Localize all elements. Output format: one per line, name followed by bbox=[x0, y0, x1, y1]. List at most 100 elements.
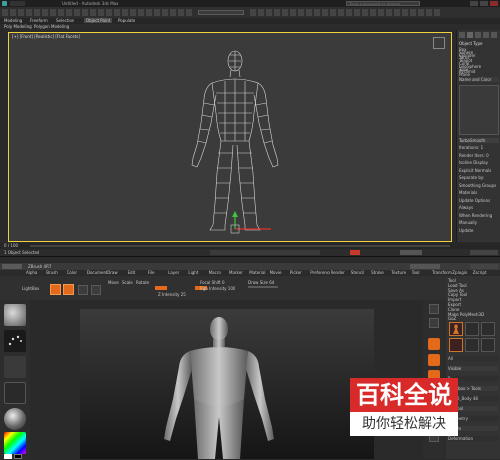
toolbar-button-icon[interactable] bbox=[122, 9, 128, 16]
toolbar-button-icon[interactable] bbox=[266, 9, 272, 16]
tab-selection[interactable]: Selection bbox=[56, 18, 74, 23]
tool-thumb-cylinder[interactable] bbox=[481, 338, 495, 352]
sculpt-figure[interactable] bbox=[80, 309, 374, 459]
toolbar-button-icon[interactable] bbox=[26, 9, 32, 16]
quick-access-toolbar[interactable] bbox=[10, 1, 25, 6]
zb-menu-item-3[interactable]: Document bbox=[87, 270, 107, 275]
zb-menu-item-15[interactable]: Render bbox=[331, 270, 351, 275]
motion-icon[interactable] bbox=[483, 32, 489, 38]
zb-menu-item-6[interactable]: File bbox=[148, 270, 168, 275]
tool-thumb-star[interactable] bbox=[481, 322, 495, 336]
turbosmooth-param-5[interactable]: Smoothing Groups bbox=[459, 183, 499, 188]
focal-shift-slider[interactable]: Focal Shift 0 bbox=[200, 280, 225, 285]
toolbar-button-icon[interactable] bbox=[330, 9, 336, 16]
toolbar-button-icon[interactable] bbox=[282, 9, 288, 16]
scale-mode-button[interactable] bbox=[91, 285, 101, 295]
primary-color-swatch[interactable] bbox=[4, 454, 12, 459]
color-picker-icon[interactable] bbox=[4, 432, 26, 454]
dots-stroke-icon[interactable] bbox=[4, 330, 26, 352]
zb-canvas[interactable] bbox=[80, 309, 374, 459]
named-selection-dropdown[interactable] bbox=[198, 10, 244, 15]
toolbar-button-icon[interactable] bbox=[434, 9, 440, 16]
wireframe-figure[interactable] bbox=[9, 33, 451, 241]
turbosmooth-param-3[interactable]: Explicit Normals bbox=[459, 168, 499, 173]
zb-menu-item-19[interactable]: Tool bbox=[412, 270, 432, 275]
toolbar-button-icon[interactable] bbox=[186, 9, 192, 16]
tool-thumb-body[interactable] bbox=[449, 322, 463, 336]
zb-tool-item-8[interactable]: GoZ bbox=[448, 316, 498, 321]
display-icon[interactable] bbox=[491, 32, 497, 38]
toolbar-button-icon[interactable] bbox=[82, 9, 88, 16]
toolbar-button-icon[interactable] bbox=[418, 9, 424, 16]
toolbar-button-icon[interactable] bbox=[58, 9, 64, 16]
standard-brush-icon[interactable] bbox=[4, 304, 26, 326]
toolbar-button-icon[interactable] bbox=[106, 9, 112, 16]
turbosmooth-param-8[interactable]: Always bbox=[459, 205, 499, 210]
toolbar-icons-right[interactable] bbox=[250, 9, 440, 16]
zb-menu-item-20[interactable]: Transform bbox=[432, 270, 452, 275]
toolbar-button-icon[interactable] bbox=[114, 9, 120, 16]
toolbar-button-icon[interactable] bbox=[394, 9, 400, 16]
zb-quicksave-button[interactable] bbox=[410, 264, 440, 269]
turbosmooth-param-7[interactable]: Update Options bbox=[459, 198, 499, 203]
zb-menu-item-16[interactable]: Stencil bbox=[351, 270, 371, 275]
bpr-button[interactable] bbox=[429, 304, 439, 314]
zb-menu-item-8[interactable]: Light bbox=[188, 270, 208, 275]
max-logo-icon[interactable] bbox=[2, 1, 7, 6]
zb-menu-item-4[interactable]: Draw bbox=[107, 270, 127, 275]
turbosmooth-param-6[interactable]: Materials bbox=[459, 190, 499, 195]
zb-subtool-item-1[interactable]: Visible bbox=[448, 366, 498, 371]
toolbar-button-icon[interactable] bbox=[170, 9, 176, 16]
toolbar-button-icon[interactable] bbox=[146, 9, 152, 16]
toolbar-button-icon[interactable] bbox=[426, 9, 432, 16]
tab-populate[interactable]: Populate bbox=[118, 18, 135, 23]
zb-menu-item-5[interactable]: Edit bbox=[128, 270, 148, 275]
turbosmooth-param-1[interactable]: Render Iters: 0 bbox=[459, 153, 499, 158]
persp-button[interactable] bbox=[428, 338, 440, 350]
zb-menu-item-18[interactable]: Texture bbox=[391, 270, 411, 275]
time-track[interactable] bbox=[30, 245, 450, 247]
front-viewport[interactable]: [+] [Front] [Realistic] [Flat Facets] bbox=[8, 32, 452, 242]
coordinate-fields[interactable] bbox=[210, 250, 320, 255]
toolbar-button-icon[interactable] bbox=[90, 9, 96, 16]
ribbon-sub-polygon[interactable]: Polygon Modeling bbox=[34, 24, 69, 29]
toolbar-icons[interactable] bbox=[2, 9, 192, 16]
tab-object-paint[interactable]: Object Paint bbox=[84, 18, 113, 23]
toolbar-button-icon[interactable] bbox=[274, 9, 280, 16]
zb-menu-item-11[interactable]: Material bbox=[249, 270, 269, 275]
toolbar-button-icon[interactable] bbox=[50, 9, 56, 16]
create-icon[interactable] bbox=[459, 32, 465, 38]
toolbar-button-icon[interactable] bbox=[410, 9, 416, 16]
alpha-off-icon[interactable] bbox=[4, 356, 26, 378]
mrgb-toggle[interactable] bbox=[155, 286, 167, 290]
viewport-nav-icons[interactable] bbox=[470, 250, 498, 255]
ribbon-sub-poly[interactable]: Poly Modeling bbox=[4, 24, 32, 29]
rollout-header[interactable]: TurboSmooth bbox=[459, 138, 499, 143]
toolbar-button-icon[interactable] bbox=[154, 9, 160, 16]
zb-menu-item-13[interactable]: Picker bbox=[290, 270, 310, 275]
toolbar-button-icon[interactable] bbox=[162, 9, 168, 16]
zb-subtool-item-0[interactable]: All bbox=[448, 356, 498, 361]
window-controls[interactable] bbox=[470, 1, 498, 6]
toolbar-button-icon[interactable] bbox=[10, 9, 16, 16]
turbosmooth-param-0[interactable]: Iterations: 1 bbox=[459, 145, 499, 150]
toolbar-button-icon[interactable] bbox=[322, 9, 328, 16]
zb-window-controls[interactable] bbox=[470, 264, 498, 269]
toolbar-button-icon[interactable] bbox=[34, 9, 40, 16]
toolbar-button-icon[interactable] bbox=[74, 9, 80, 16]
toolbar-button-icon[interactable] bbox=[66, 9, 72, 16]
turbosmooth-param-9[interactable]: When Rendering bbox=[459, 213, 499, 218]
toolbar-button-icon[interactable] bbox=[298, 9, 304, 16]
tool-thumb-polymesh[interactable] bbox=[449, 338, 463, 352]
z-intensity-slider[interactable]: Z Intensity 25 bbox=[158, 292, 186, 297]
toolbar-button-icon[interactable] bbox=[2, 9, 8, 16]
zb-menu-item-9[interactable]: Macro bbox=[209, 270, 229, 275]
toolbar-button-icon[interactable] bbox=[258, 9, 264, 16]
zb-menu-item-7[interactable]: Layer bbox=[168, 270, 188, 275]
draw-size-slider[interactable]: Draw Size 64 bbox=[248, 280, 274, 285]
zb-menu-item-22[interactable]: Zscript bbox=[473, 270, 493, 275]
toolbar-button-icon[interactable] bbox=[130, 9, 136, 16]
toolbar-button-icon[interactable] bbox=[98, 9, 104, 16]
material-sphere-icon[interactable] bbox=[4, 408, 26, 430]
toolbar-button-icon[interactable] bbox=[18, 9, 24, 16]
